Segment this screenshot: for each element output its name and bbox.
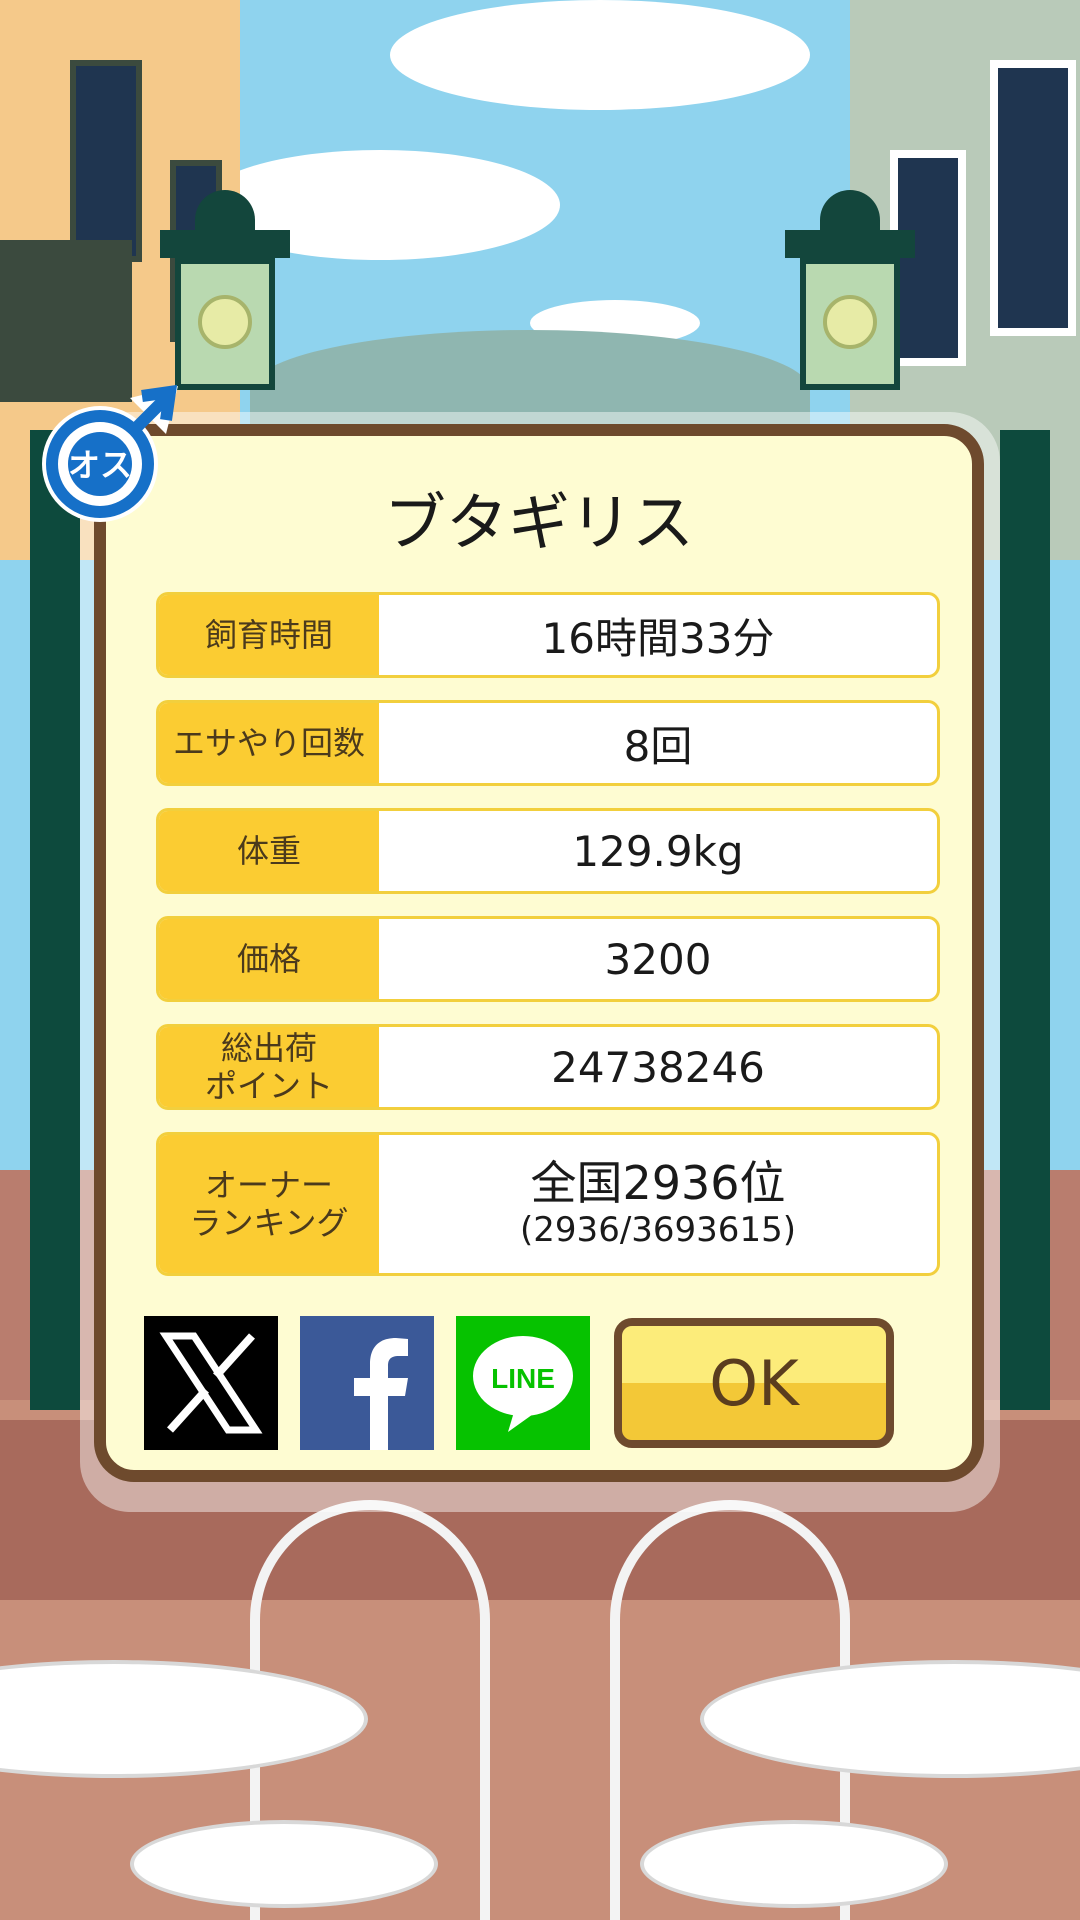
pig-result-dialog: ブタギリス 飼育時間 16時間33分 エサやり回数 8回 体重 129.9kg …	[94, 424, 984, 1482]
stat-label-line1: 総出荷	[220, 1029, 317, 1067]
stat-label: 飼育時間	[159, 595, 379, 675]
stat-value: 8回	[623, 721, 693, 771]
ranking-label-line2: ランキング	[189, 1204, 349, 1242]
chair-seat	[130, 1820, 438, 1908]
stat-label: 価格	[159, 919, 379, 999]
facebook-logo-icon	[354, 1338, 408, 1450]
male-badge: オス	[38, 378, 188, 528]
share-facebook-button[interactable]	[300, 1316, 434, 1450]
chair-seat	[640, 1820, 948, 1908]
street-lamp	[775, 170, 925, 420]
stat-row-shipping-points: 総出荷 ポイント 24738246	[156, 1024, 940, 1110]
stat-value: 16時間33分	[541, 613, 775, 663]
stat-label: 体重	[159, 811, 379, 891]
stat-label: 総出荷 ポイント	[159, 1027, 379, 1107]
stat-row-price: 価格 3200	[156, 916, 940, 1002]
ok-button[interactable]: OK	[614, 1318, 894, 1448]
stat-value: 129.9kg	[572, 826, 744, 876]
lamp-post	[1000, 430, 1050, 1410]
x-logo-icon	[159, 1332, 263, 1434]
ranking-main: 全国2936位	[530, 1156, 786, 1210]
stat-row-weight: 体重 129.9kg	[156, 808, 940, 894]
stat-label: エサやり回数	[159, 703, 379, 783]
ranking-label-line1: オーナー	[204, 1166, 333, 1204]
lamp-post	[30, 430, 80, 1410]
stat-value: 3200	[604, 934, 712, 984]
gender-badge-text: オス	[68, 446, 132, 484]
line-logo-icon: LINE	[473, 1336, 573, 1432]
stat-row-feed-count: エサやり回数 8回	[156, 700, 940, 786]
line-logo-text: LINE	[491, 1363, 555, 1394]
share-line-button[interactable]: LINE	[456, 1316, 590, 1450]
stat-label-line2: ポイント	[204, 1067, 333, 1105]
stat-row-owner-ranking: オーナー ランキング 全国2936位 (2936/3693615)	[156, 1132, 940, 1276]
stat-label: オーナー ランキング	[159, 1135, 379, 1273]
pig-name: ブタギリス	[383, 486, 694, 559]
share-x-button[interactable]	[144, 1316, 278, 1450]
stat-row-breeding-time: 飼育時間 16時間33分	[156, 592, 940, 678]
ranking-sub: (2936/3693615)	[520, 1210, 796, 1250]
ranking-value: 全国2936位 (2936/3693615)	[379, 1135, 937, 1273]
stat-value: 24738246	[551, 1042, 765, 1092]
cloud	[390, 0, 810, 110]
male-symbol-icon: オス	[42, 384, 178, 522]
